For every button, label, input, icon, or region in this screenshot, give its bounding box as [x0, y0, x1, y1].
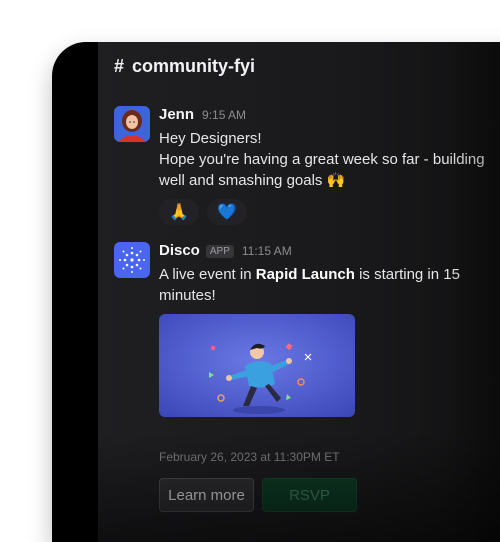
avatar[interactable] — [114, 242, 150, 278]
reactions: 🙏 💙 — [159, 199, 500, 225]
disco-logo-icon — [114, 242, 150, 278]
message-text-part: A live event in — [159, 266, 256, 283]
message-text-bold: Rapid Launch — [255, 266, 355, 283]
event-image[interactable] — [159, 314, 355, 417]
user-avatar-icon — [114, 106, 150, 142]
sender-name[interactable]: Jenn — [159, 106, 194, 123]
learn-more-button[interactable]: Learn more — [159, 478, 254, 512]
channel-header[interactable]: # community-fyi — [114, 56, 255, 77]
blue-heart-icon: 💙 — [217, 204, 237, 221]
channel-name: community-fyi — [132, 56, 256, 76]
reaction-folded-hands[interactable]: 🙏 — [159, 199, 199, 225]
app-window: # community-fyi Jenn 9:15 AM Hey Designe… — [52, 42, 500, 542]
app-badge: APP — [205, 245, 234, 258]
action-buttons: Learn more RSVP — [159, 478, 500, 512]
channel-hash-icon: # — [114, 56, 125, 76]
message-text: minutes! — [159, 287, 216, 304]
avatar[interactable] — [114, 106, 150, 142]
reaction-blue-heart[interactable]: 💙 — [207, 199, 247, 225]
timestamp[interactable]: 9:15 AM — [202, 108, 246, 122]
event-date: February 26, 2023 at 11:30PM ET — [159, 450, 340, 464]
message-text: A live event in Rapid Launch is starting… — [159, 264, 500, 285]
folded-hands-icon: 🙏 — [169, 204, 189, 221]
message-text-part: is starting in 15 — [354, 266, 460, 283]
message-text: Hope you're having a great week so far -… — [159, 151, 485, 168]
message-text: well and smashing goals 🙌 — [159, 172, 346, 189]
timestamp[interactable]: 11:15 AM — [242, 244, 292, 258]
message-pane: # community-fyi Jenn 9:15 AM Hey Designe… — [98, 42, 500, 542]
message-text: Hey Designers! — [159, 130, 262, 147]
sender-name[interactable]: Disco — [159, 242, 200, 259]
rsvp-button[interactable]: RSVP — [262, 478, 357, 512]
